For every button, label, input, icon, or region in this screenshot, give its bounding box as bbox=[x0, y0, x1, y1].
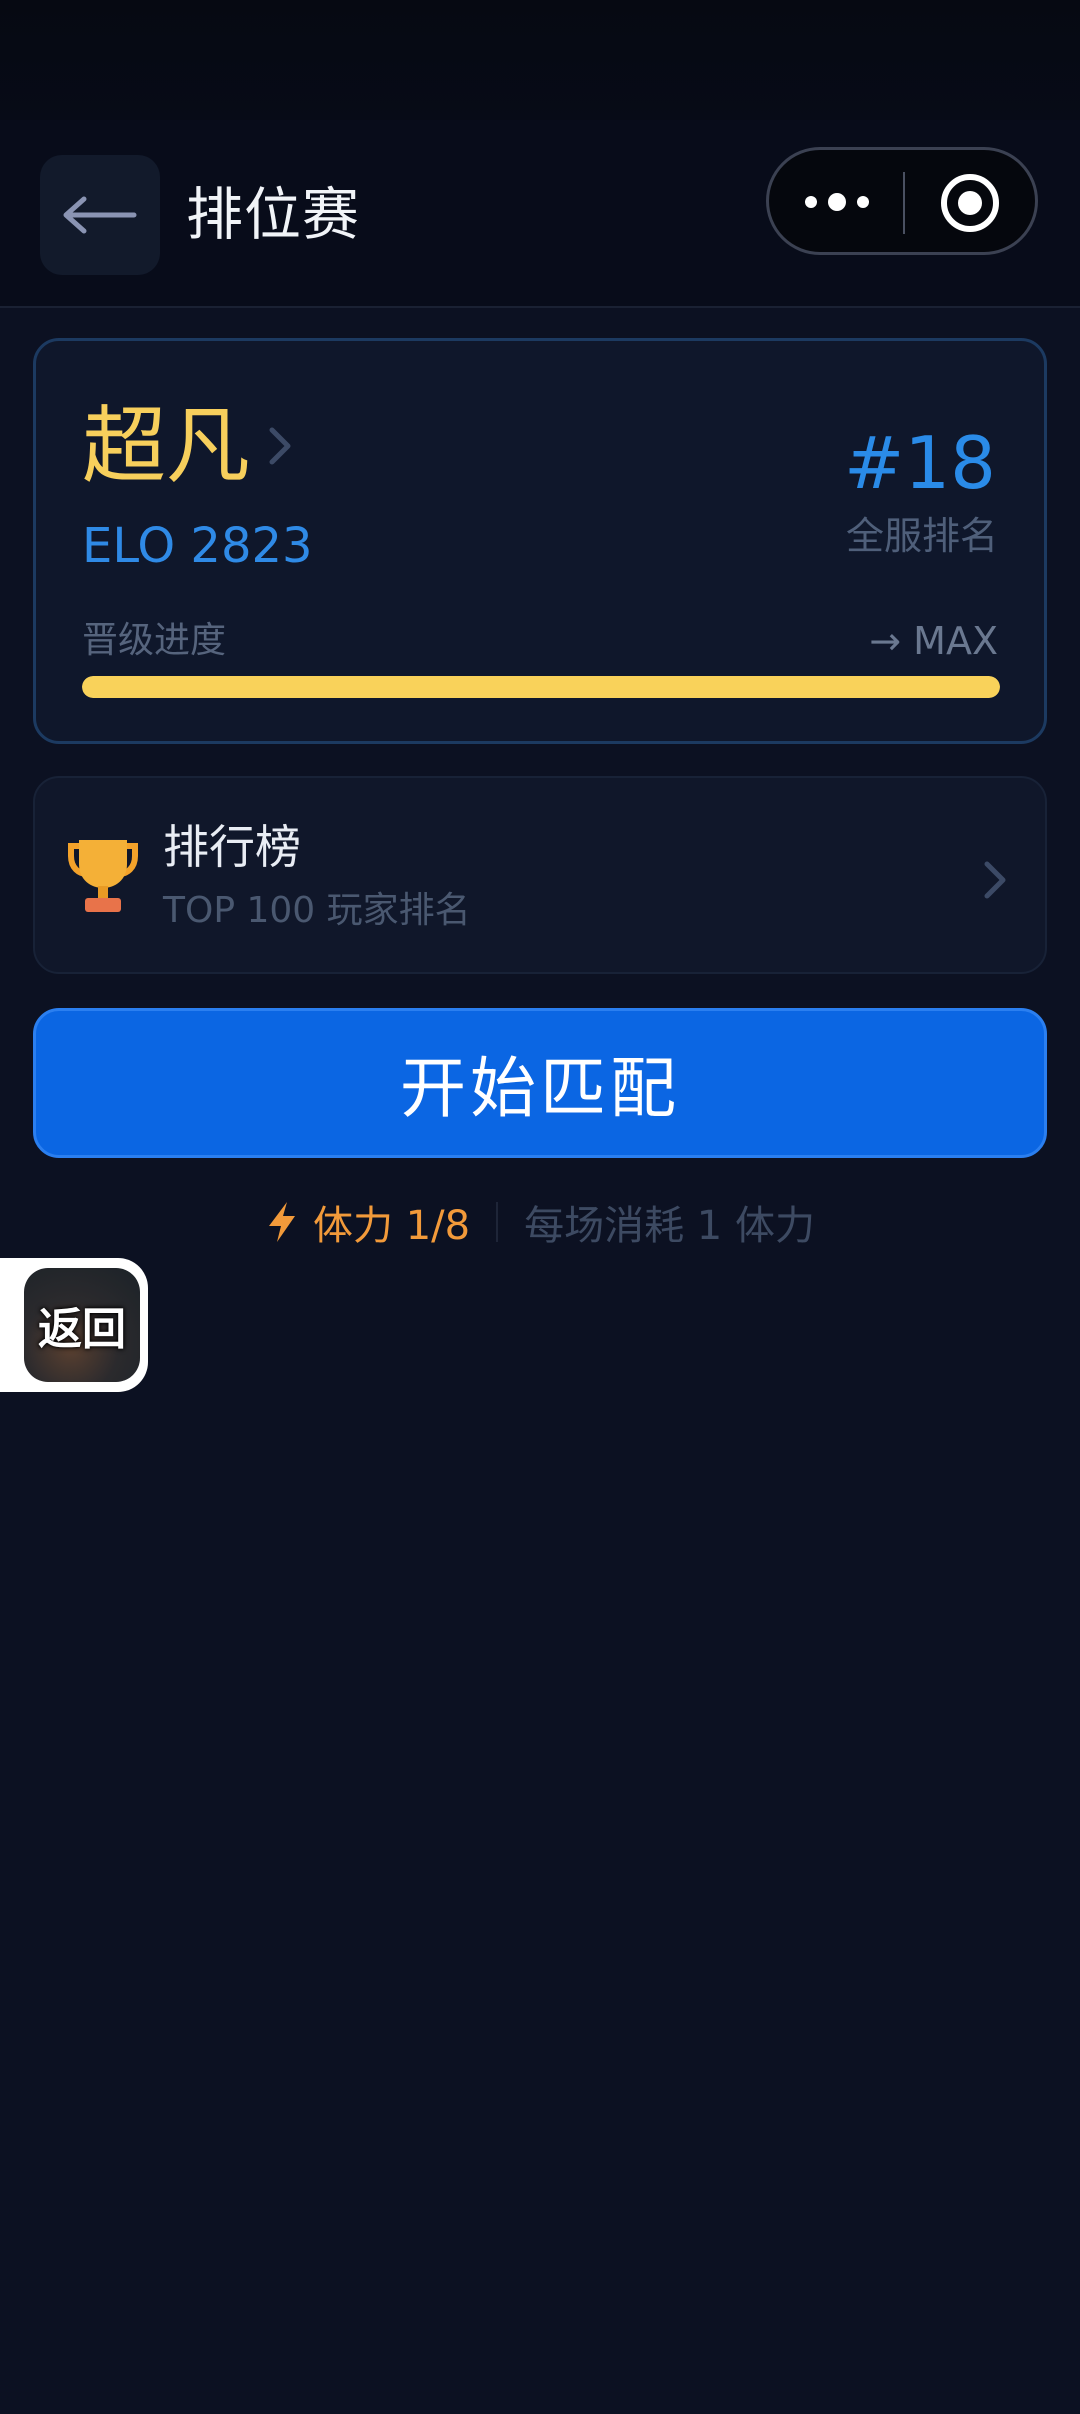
capsule-divider bbox=[903, 172, 905, 234]
floating-back-label: 返回 bbox=[38, 1304, 126, 1355]
elo-rating: ELO 2823 bbox=[82, 518, 313, 574]
promotion-progress-label: 晋级进度 bbox=[82, 620, 227, 661]
stamina-info: 体力 1/8 每场消耗 1 体力 bbox=[0, 1192, 1080, 1252]
more-dots-icon[interactable] bbox=[805, 182, 869, 222]
server-rank-label: 全服排名 bbox=[845, 514, 998, 558]
arrow-left-icon bbox=[63, 196, 137, 234]
floating-back-button[interactable]: 返回 bbox=[0, 1258, 148, 1392]
page-title: 排位赛 bbox=[186, 182, 360, 248]
tier-row[interactable]: 超凡 bbox=[82, 396, 292, 496]
lightning-icon bbox=[269, 1202, 295, 1242]
leaderboard-title: 排行榜 bbox=[163, 820, 301, 874]
trophy-icon bbox=[68, 840, 138, 912]
stamina-cost-note: 每场消耗 1 体力 bbox=[524, 1203, 815, 1249]
promotion-progress-fill bbox=[82, 676, 1000, 698]
chevron-right-icon bbox=[984, 861, 1006, 899]
promotion-progress-bar bbox=[82, 676, 1000, 698]
status-bar bbox=[0, 0, 1080, 120]
mini-program-capsule bbox=[766, 147, 1038, 255]
floating-back-thumbnail: 返回 bbox=[24, 1268, 140, 1382]
target-close-icon[interactable] bbox=[941, 174, 999, 232]
top-navigation-bar: 排位赛 bbox=[0, 120, 1080, 308]
leaderboard-subtitle: TOP 100 玩家排名 bbox=[163, 890, 471, 931]
promotion-progress-target: → MAX bbox=[869, 619, 998, 663]
server-rank-number: #18 bbox=[844, 421, 996, 505]
tier-name: 超凡 bbox=[82, 397, 251, 495]
chevron-right-icon bbox=[269, 427, 291, 465]
stamina-divider bbox=[496, 1202, 499, 1242]
leaderboard-entry[interactable]: 排行榜 TOP 100 玩家排名 bbox=[33, 776, 1047, 974]
back-button[interactable] bbox=[40, 155, 160, 275]
start-match-button[interactable]: 开始匹配 bbox=[33, 1008, 1047, 1158]
rank-card: 超凡 ELO 2823 #18 全服排名 晋级进度 → MAX bbox=[33, 338, 1047, 744]
stamina-count: 体力 1/8 bbox=[313, 1203, 471, 1249]
